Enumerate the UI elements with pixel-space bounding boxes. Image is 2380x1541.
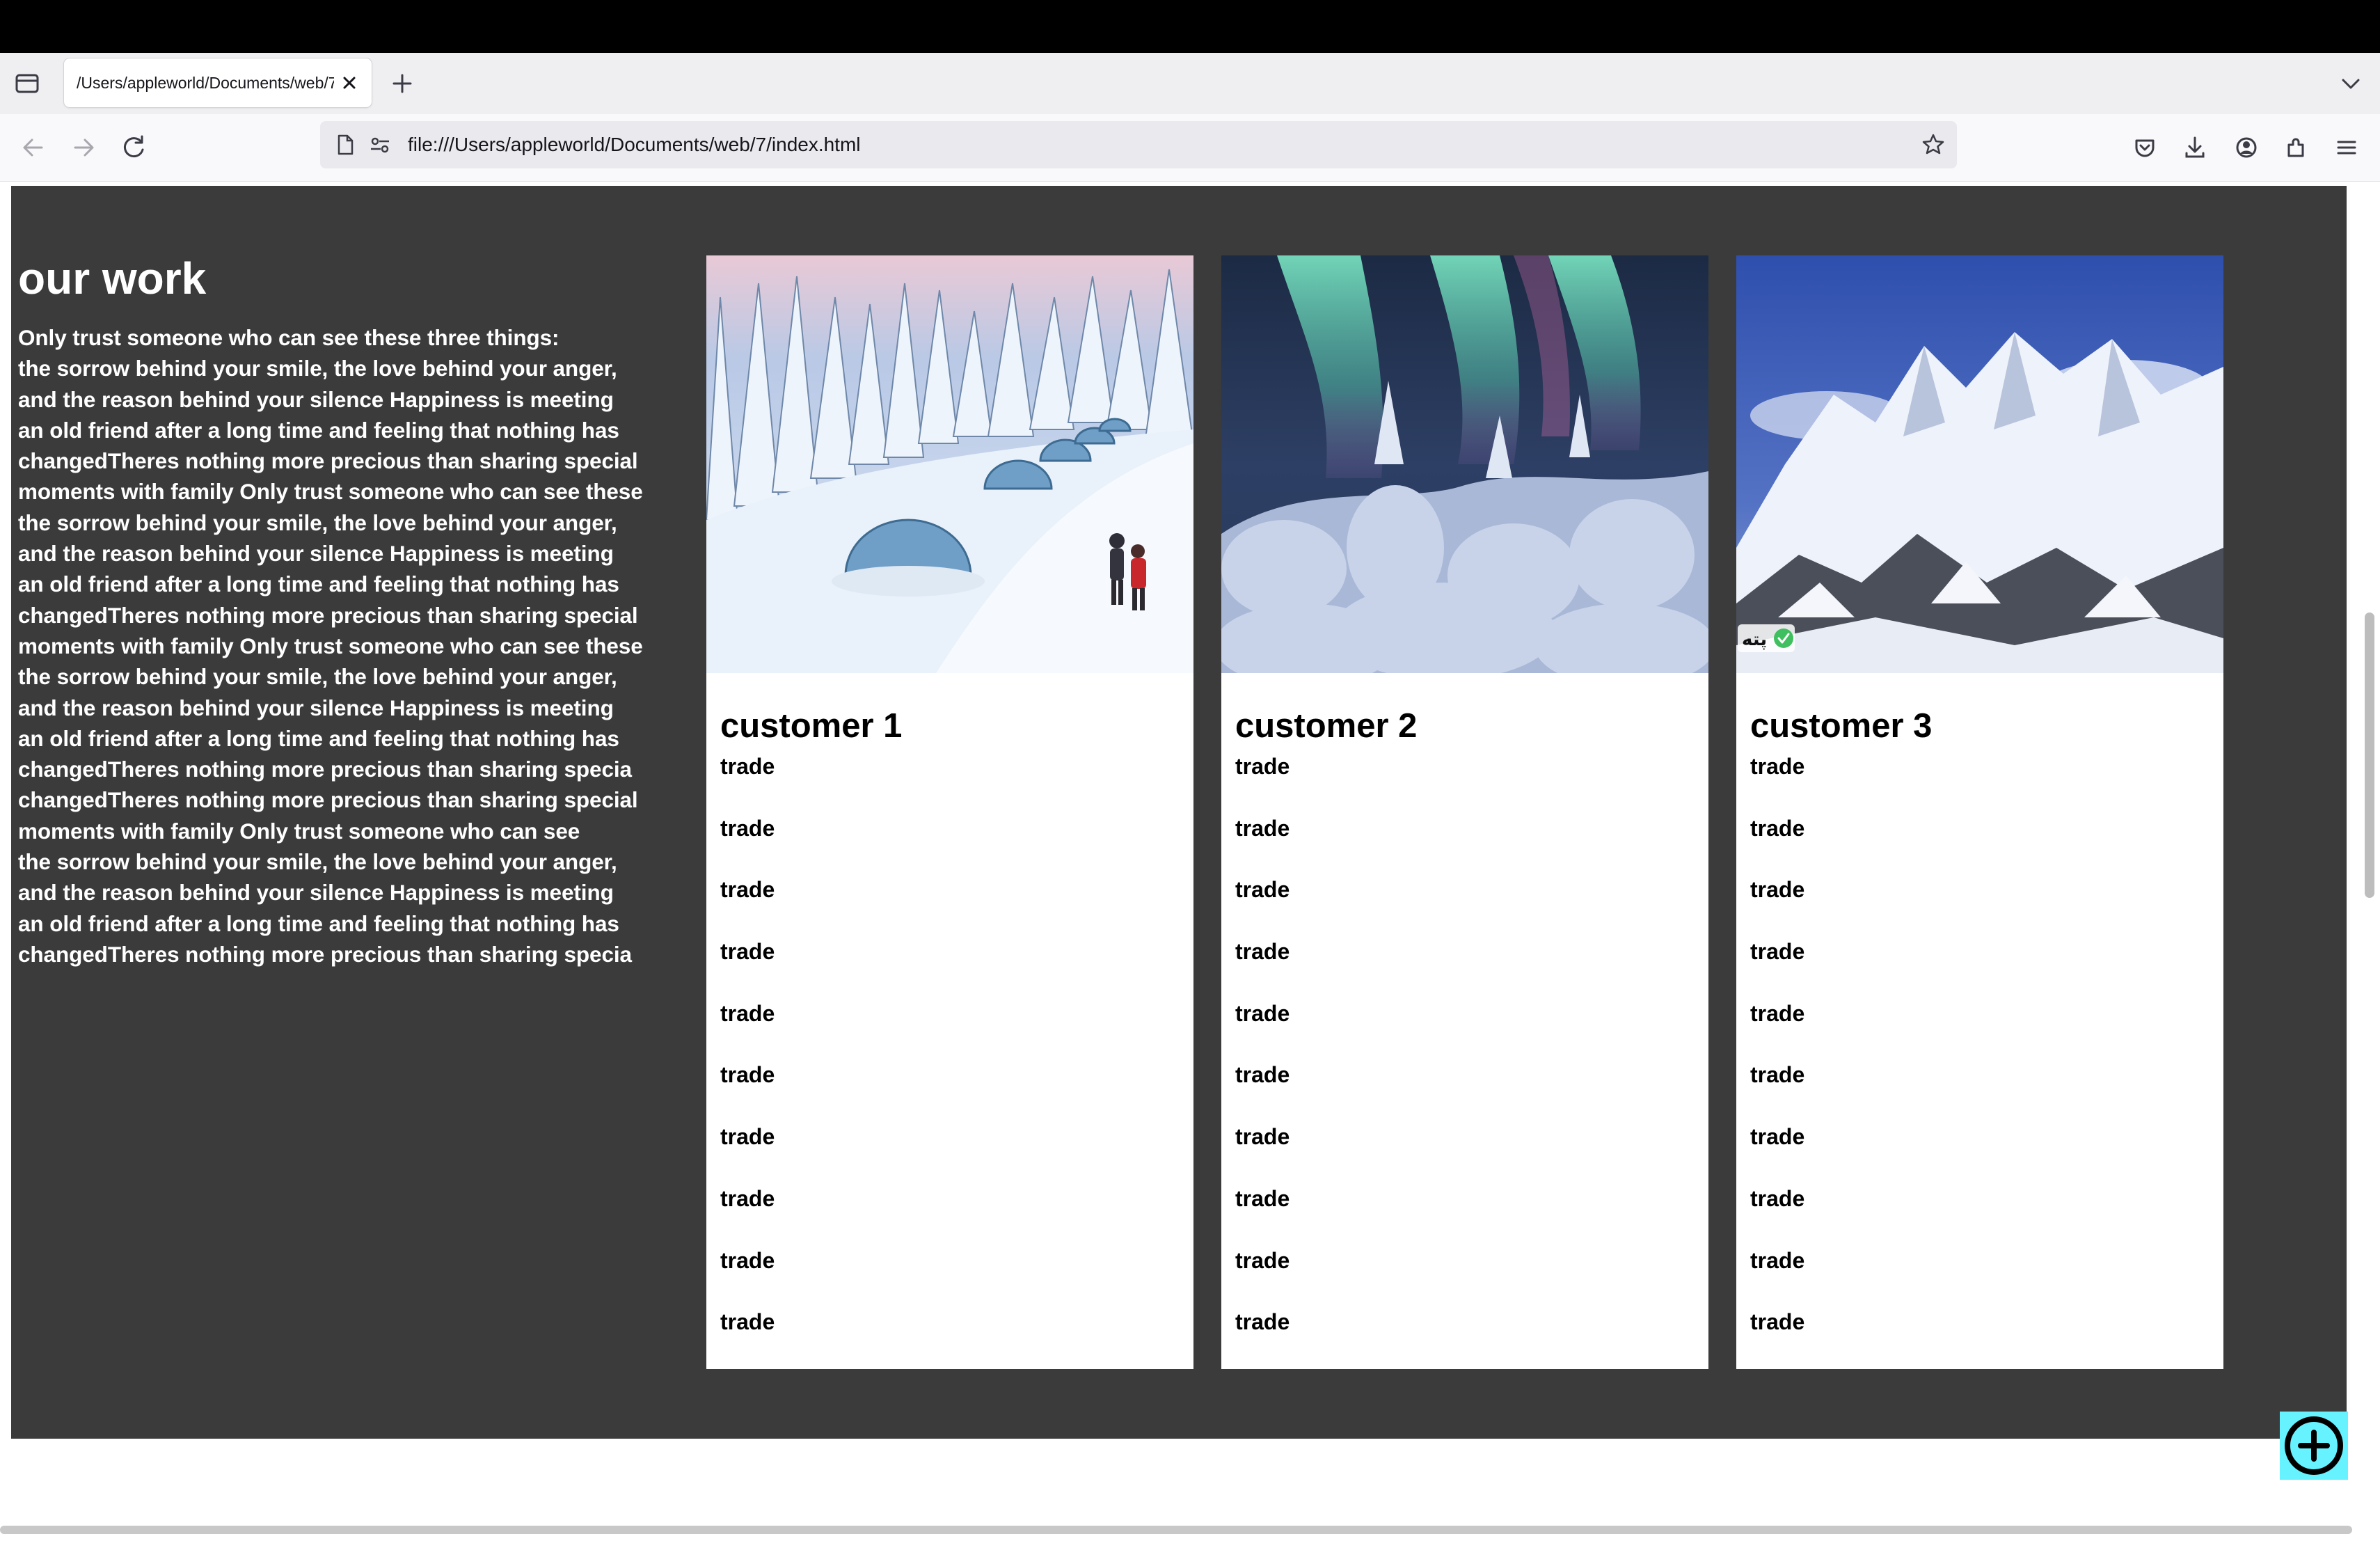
section-heading: our work [18, 253, 207, 303]
list-item: trade [1235, 815, 1290, 841]
back-arrow-icon[interactable] [15, 129, 51, 166]
customer-card-3: پته customer 3 trade trade trade trade t… [1736, 255, 2223, 1369]
trade-list: trade trade trade trade trade trade trad… [1235, 754, 1290, 1371]
account-icon[interactable] [2228, 129, 2264, 166]
watermark-text: پته [1742, 629, 1767, 650]
page-icon [333, 132, 358, 157]
list-item: trade [1750, 1000, 1805, 1026]
our-work-section: our work Only trust someone who can see … [11, 186, 2347, 1439]
customer-card-1: customer 1 trade trade trade trade trade… [706, 255, 1193, 1369]
list-item: trade [720, 1309, 775, 1335]
list-item: trade [1235, 939, 1290, 965]
list-item: trade [720, 877, 775, 903]
card-title: customer 1 [720, 707, 903, 745]
horizontal-scrollbar[interactable] [0, 1526, 2352, 1534]
list-item: trade [1235, 754, 1290, 779]
list-item: trade [1235, 1247, 1290, 1273]
snowy-mountains-photo: پته [1736, 255, 2223, 673]
list-item: trade [1235, 1062, 1290, 1088]
list-item: trade [1750, 1185, 1805, 1211]
vertical-scrollbar[interactable] [2365, 613, 2374, 898]
pocket-icon[interactable] [2127, 129, 2163, 166]
card-title: customer 2 [1235, 707, 1418, 745]
list-item: trade [720, 1124, 775, 1150]
bookmark-star-icon[interactable] [1919, 131, 1947, 159]
intro-paragraph: Only trust someone who can see these thr… [18, 325, 643, 967]
tab-strip: /Users/appleworld/Documents/web/7/index.… [0, 53, 2380, 114]
card-title: customer 3 [1750, 707, 1933, 745]
tab-list-icon[interactable] [13, 70, 42, 97]
menu-icon[interactable] [2329, 129, 2365, 166]
extensions-icon[interactable] [2278, 129, 2315, 166]
list-item: trade [1235, 877, 1290, 903]
page-viewport: our work Only trust someone who can see … [0, 182, 2380, 1541]
list-item: trade [1750, 1062, 1805, 1088]
list-item: trade [720, 815, 775, 841]
list-item: trade [720, 1247, 775, 1273]
snowy-igloo-village-photo [706, 255, 1193, 673]
list-item: trade [720, 1062, 775, 1088]
close-icon[interactable] [337, 70, 362, 95]
list-item: trade [720, 1185, 775, 1211]
list-item: trade [720, 939, 775, 965]
list-item: trade [720, 1000, 775, 1026]
intro-column: our work Only trust someone who can see … [18, 251, 693, 970]
plus-circle-icon [2285, 1416, 2343, 1475]
aurora-over-snowy-forest-photo [1221, 255, 1708, 673]
list-item: trade [1750, 1309, 1805, 1335]
trade-list: trade trade trade trade trade trade trad… [1750, 754, 1804, 1371]
tab-title: /Users/appleworld/Documents/web/7/index.… [77, 74, 334, 92]
list-item: trade [1235, 1000, 1290, 1026]
navigation-toolbar: file:///Users/appleworld/Documents/web/7… [0, 114, 2380, 182]
new-tab-plus-icon[interactable] [387, 68, 418, 99]
url-text: file:///Users/appleworld/Documents/web/7… [408, 134, 861, 155]
list-item: trade [1750, 877, 1805, 903]
list-item: trade [1750, 1247, 1805, 1273]
list-item: trade [1750, 815, 1805, 841]
list-item: trade [1235, 1124, 1290, 1150]
address-bar[interactable]: file:///Users/appleworld/Documents/web/7… [320, 121, 1957, 168]
list-item: trade [1235, 1185, 1290, 1211]
permissions-icon[interactable] [367, 132, 392, 157]
download-icon[interactable] [2177, 129, 2213, 166]
window-top-bar [0, 0, 2380, 53]
browser-tab[interactable]: /Users/appleworld/Documents/web/7/index.… [64, 58, 372, 107]
reload-icon[interactable] [116, 129, 152, 166]
trade-list: trade trade trade trade trade trade trad… [720, 754, 775, 1371]
forward-arrow-icon[interactable] [65, 129, 102, 166]
list-item: trade [720, 754, 775, 779]
list-item: trade [1235, 1309, 1290, 1335]
list-item: trade [1750, 1124, 1805, 1150]
chevron-down-icon[interactable] [2337, 70, 2365, 97]
add-button[interactable] [2280, 1412, 2348, 1480]
list-item: trade [1750, 754, 1805, 779]
list-item: trade [1750, 939, 1805, 965]
customer-card-2: customer 2 trade trade trade trade trade… [1221, 255, 1708, 1369]
